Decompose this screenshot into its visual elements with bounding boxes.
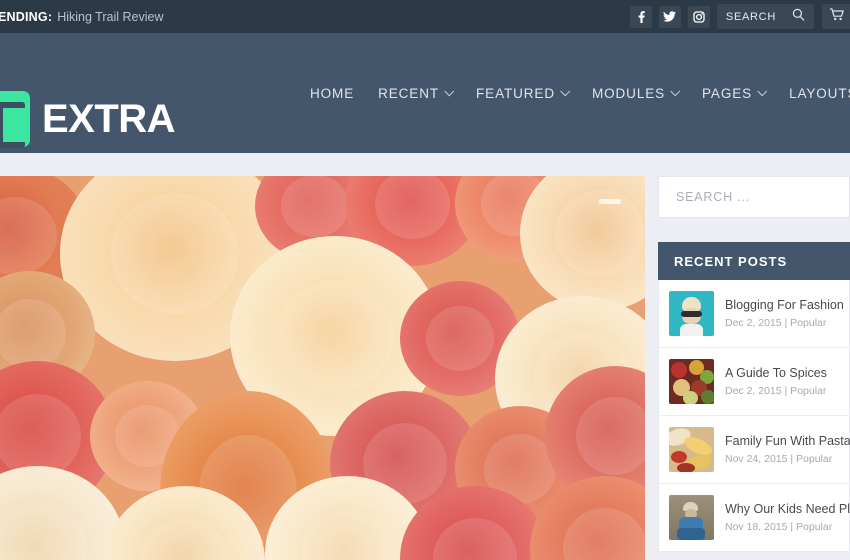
- post-text: A Guide To Spices Dec 2, 2015 | Popular: [725, 366, 827, 398]
- featured-slider-image[interactable]: [0, 176, 645, 560]
- extra-logo-mark-icon: [0, 91, 30, 148]
- post-meta: Nov 18, 2015 | Popular: [725, 521, 833, 534]
- cart-button[interactable]: 0 I: [821, 4, 850, 29]
- nav-label: MODULES: [591, 85, 666, 101]
- post-text: Family Fun With Pasta Nov 24, 2015 | Pop…: [725, 434, 850, 466]
- chevron-down-icon: [560, 85, 571, 96]
- shopping-cart-icon: [829, 7, 844, 26]
- post-meta: Nov 24, 2015 | Popular: [725, 453, 833, 466]
- post-title[interactable]: A Guide To Spices: [725, 366, 827, 382]
- list-item[interactable]: A Guide To Spices Dec 2, 2015 | Popular: [659, 348, 849, 416]
- topbar-search-button[interactable]: SEARCH: [716, 4, 814, 29]
- post-thumbnail: [669, 427, 714, 472]
- trending-label: ENDING:: [0, 9, 53, 24]
- nav-item-featured[interactable]: FEATURED: [476, 85, 571, 101]
- nav-item-recent[interactable]: RECENT: [378, 85, 455, 101]
- post-meta: Dec 2, 2015 | Popular: [725, 317, 827, 330]
- top-bar-right-group: SEARCH 0 I: [629, 0, 850, 33]
- site-header: EXTRA HOME RECENT FEATURED MODULES PAGES…: [0, 33, 850, 153]
- chevron-down-icon: [670, 85, 681, 96]
- trending-headline[interactable]: Hiking Trail Review: [57, 10, 163, 24]
- nav-label: RECENT: [378, 85, 440, 101]
- twitter-icon[interactable]: [658, 5, 681, 28]
- post-thumbnail: [669, 495, 714, 540]
- chevron-down-icon: [444, 85, 455, 96]
- sidebar-search-input[interactable]: SEARCH ...: [658, 176, 850, 218]
- post-title[interactable]: Family Fun With Pasta: [725, 434, 850, 450]
- site-logo-text: EXTRA: [42, 97, 176, 141]
- post-title[interactable]: Blogging For Fashion: [725, 298, 844, 314]
- post-thumbnail: [669, 291, 714, 336]
- post-text: Blogging For Fashion Dec 2, 2015 | Popul…: [725, 298, 844, 330]
- chevron-down-icon: [757, 85, 768, 96]
- slide-indicator[interactable]: [599, 199, 621, 204]
- nav-item-home[interactable]: HOME: [310, 86, 354, 101]
- facebook-icon[interactable]: [629, 5, 652, 28]
- list-item[interactable]: Why Our Kids Need Play Nov 18, 2015 | Po…: [659, 484, 850, 551]
- site-logo[interactable]: EXTRA: [0, 91, 176, 148]
- topbar-search-label: SEARCH: [725, 10, 776, 23]
- sidebar-search-placeholder: SEARCH ...: [676, 190, 750, 204]
- nav-label: FEATURED: [476, 85, 555, 101]
- magnifier-icon: [792, 8, 805, 26]
- post-meta: Dec 2, 2015 | Popular: [725, 385, 827, 398]
- main-navigation: HOME RECENT FEATURED MODULES PAGES LAYOU…: [310, 33, 850, 153]
- sidebar: SEARCH ... RECENT POSTS Blogging For Fas…: [658, 176, 850, 552]
- nav-label: PAGES: [702, 85, 753, 101]
- post-thumbnail: [669, 359, 714, 404]
- top-bar: ENDING: Hiking Trail Review SEARCH: [0, 0, 850, 33]
- nav-item-modules[interactable]: MODULES: [591, 85, 681, 101]
- recent-posts-title: RECENT POSTS: [674, 253, 788, 269]
- list-item[interactable]: Family Fun With Pasta Nov 24, 2015 | Pop…: [659, 416, 850, 484]
- post-title[interactable]: Why Our Kids Need Play: [725, 502, 850, 518]
- nav-item-pages[interactable]: PAGES: [702, 85, 768, 101]
- recent-posts-header: RECENT POSTS: [658, 242, 850, 280]
- post-text: Why Our Kids Need Play Nov 18, 2015 | Po…: [725, 502, 850, 534]
- nav-item-layouts[interactable]: LAYOUTS: [789, 86, 850, 101]
- instagram-icon[interactable]: [687, 5, 710, 28]
- trending-ticker[interactable]: ENDING: Hiking Trail Review: [0, 0, 163, 33]
- nav-label: HOME: [310, 85, 355, 101]
- nav-label: LAYOUTS: [789, 85, 850, 101]
- list-item[interactable]: Blogging For Fashion Dec 2, 2015 | Popul…: [659, 280, 849, 348]
- recent-posts-list: Blogging For Fashion Dec 2, 2015 | Popul…: [658, 280, 850, 552]
